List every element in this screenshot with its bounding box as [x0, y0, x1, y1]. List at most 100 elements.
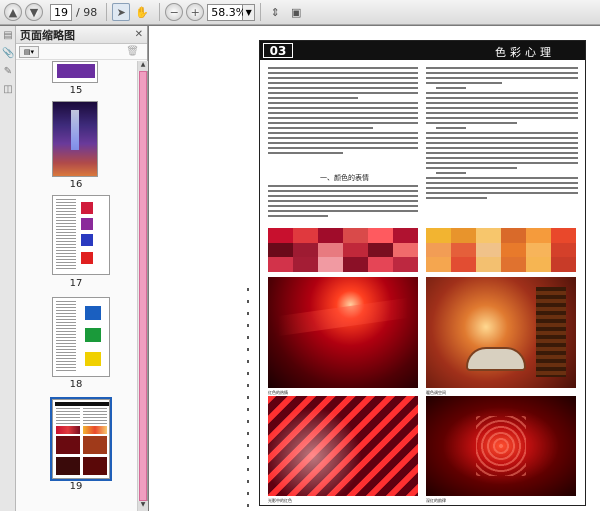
panel-header: 页面缩略图 ✕ — [16, 26, 147, 44]
thumb-color-block — [81, 234, 93, 246]
photo-warm-room — [426, 277, 576, 388]
page-number-input[interactable]: 19 — [50, 3, 72, 21]
section-title: 一、颜色的表情 — [320, 174, 369, 182]
photo-detail — [278, 297, 408, 337]
zoom-dropdown-icon[interactable]: ▼ — [243, 3, 256, 21]
toolbar-divider — [106, 3, 108, 21]
color-swatch — [451, 228, 476, 243]
color-swatch — [393, 228, 418, 243]
color-swatch — [343, 242, 368, 258]
thumb-header — [55, 402, 109, 406]
thumb-image — [71, 110, 79, 150]
thumb-image — [56, 436, 80, 454]
color-swatch — [501, 242, 526, 258]
page-total-label: / 98 — [76, 5, 98, 19]
photo-detail — [268, 396, 418, 496]
chapter-header: 03 色彩心理 — [260, 41, 585, 60]
color-swatch — [526, 228, 551, 243]
color-swatch — [343, 257, 368, 272]
pages-icon[interactable]: ▤ — [2, 30, 14, 44]
thumbnail-panel: 页面缩略图 ✕ ▤▾ 🗑 15 16 17 18 19 ▲ ▼ — [16, 26, 148, 511]
panel-title: 页面缩略图 — [20, 28, 75, 42]
color-swatch — [551, 228, 576, 243]
layers-icon[interactable]: ◫ — [2, 84, 14, 98]
color-swatch — [451, 257, 476, 272]
color-swatch — [526, 242, 551, 258]
thumb-color-block — [81, 202, 93, 214]
thumbnail-page[interactable] — [52, 61, 98, 83]
chapter-number: 03 — [263, 43, 293, 58]
color-swatch — [368, 257, 393, 272]
thumbnail-page[interactable] — [52, 101, 98, 177]
color-swatch — [501, 228, 526, 243]
signature-icon[interactable]: ✎ — [2, 66, 14, 80]
photo-caption: 光影中的红色 — [268, 498, 292, 503]
color-swatch — [393, 242, 418, 258]
attachment-icon[interactable]: 📎 — [2, 48, 14, 62]
previous-page-edge — [149, 26, 249, 511]
color-swatch — [368, 242, 393, 258]
scroll-up-icon[interactable]: ▲ — [138, 61, 148, 71]
thumb-text — [56, 199, 76, 271]
fit-width-icon[interactable]: ⇕ — [266, 3, 284, 21]
scroll-down-icon[interactable]: ▼ — [138, 501, 148, 511]
thumb-color-block — [85, 352, 101, 366]
color-swatch — [318, 228, 343, 243]
color-swatch — [393, 257, 418, 272]
thumb-text — [83, 408, 107, 424]
color-swatch — [451, 242, 476, 258]
next-page-button[interactable]: ▼ — [25, 3, 43, 21]
trash-icon[interactable]: 🗑 — [126, 46, 139, 57]
thumb-color-block — [81, 252, 93, 264]
document-view[interactable]: 16 03 色彩心理 一、颜色的表情 — [149, 26, 600, 511]
toolbar: ▲ ▼ 19 / 98 ➤ ✋ − + 58.3% ▼ ⇕ ▣ — [0, 0, 600, 25]
select-tool-icon[interactable]: ➤ — [112, 3, 131, 21]
color-swatch — [293, 242, 318, 258]
zoom-in-button[interactable]: + — [186, 3, 205, 21]
color-swatch — [318, 242, 343, 258]
color-swatch — [268, 228, 293, 243]
thumbnail-scrollbar[interactable]: ▲ ▼ — [137, 61, 148, 511]
zoom-out-button[interactable]: − — [165, 3, 184, 21]
hand-tool-icon[interactable]: ✋ — [133, 3, 151, 21]
thumb-image — [83, 426, 107, 434]
photo-red-interior — [268, 277, 418, 388]
thumbnail-list: 15 16 17 18 19 — [16, 61, 136, 511]
thumb-color-block — [85, 328, 101, 342]
options-dropdown-icon[interactable]: ▤▾ — [19, 45, 39, 58]
zoom-level-input[interactable]: 58.3% — [207, 3, 246, 21]
document-page: 03 色彩心理 一、颜色的表情 红色的热情 暖色调空间 光影中的红色 深红的韵律 — [249, 26, 600, 511]
red-swatch-grid — [268, 228, 418, 272]
previous-page-button[interactable]: ▲ — [4, 3, 22, 21]
thumbnail-page[interactable] — [52, 195, 110, 275]
thumbnail-number: 19 — [69, 481, 83, 492]
photo-detail — [536, 287, 566, 377]
thumb-image — [83, 457, 107, 475]
thumb-image — [83, 436, 107, 454]
thumb-text — [56, 301, 76, 373]
thumb-image — [56, 457, 80, 475]
thumb-image — [56, 426, 80, 434]
toolbar-divider — [260, 3, 262, 21]
body-text-right — [426, 67, 578, 227]
color-swatch — [368, 228, 393, 243]
body-text-left — [268, 67, 418, 167]
page-frame: 03 色彩心理 一、颜色的表情 红色的热情 暖色调空间 光影中的红色 深红的韵律 — [259, 40, 586, 506]
navigation-strip: ▤ 📎 ✎ ◫ — [0, 26, 16, 511]
thumb-color-block — [85, 306, 101, 320]
thumbnail-number: 16 — [69, 179, 83, 190]
color-swatch — [476, 257, 501, 272]
scroll-thumb[interactable] — [139, 71, 147, 501]
thumb-image — [57, 64, 95, 78]
color-swatch — [293, 228, 318, 243]
thumbnail-page-selected[interactable] — [50, 397, 112, 481]
photo-detail — [476, 416, 526, 476]
close-icon[interactable]: ✕ — [135, 29, 143, 40]
photo-red-light — [268, 396, 418, 496]
body-text-left-2 — [268, 185, 418, 221]
thumbnail-page[interactable] — [52, 297, 110, 377]
color-swatch — [268, 242, 293, 258]
color-swatch — [501, 257, 526, 272]
fit-page-icon[interactable]: ▣ — [287, 3, 305, 21]
color-swatch — [476, 242, 501, 258]
